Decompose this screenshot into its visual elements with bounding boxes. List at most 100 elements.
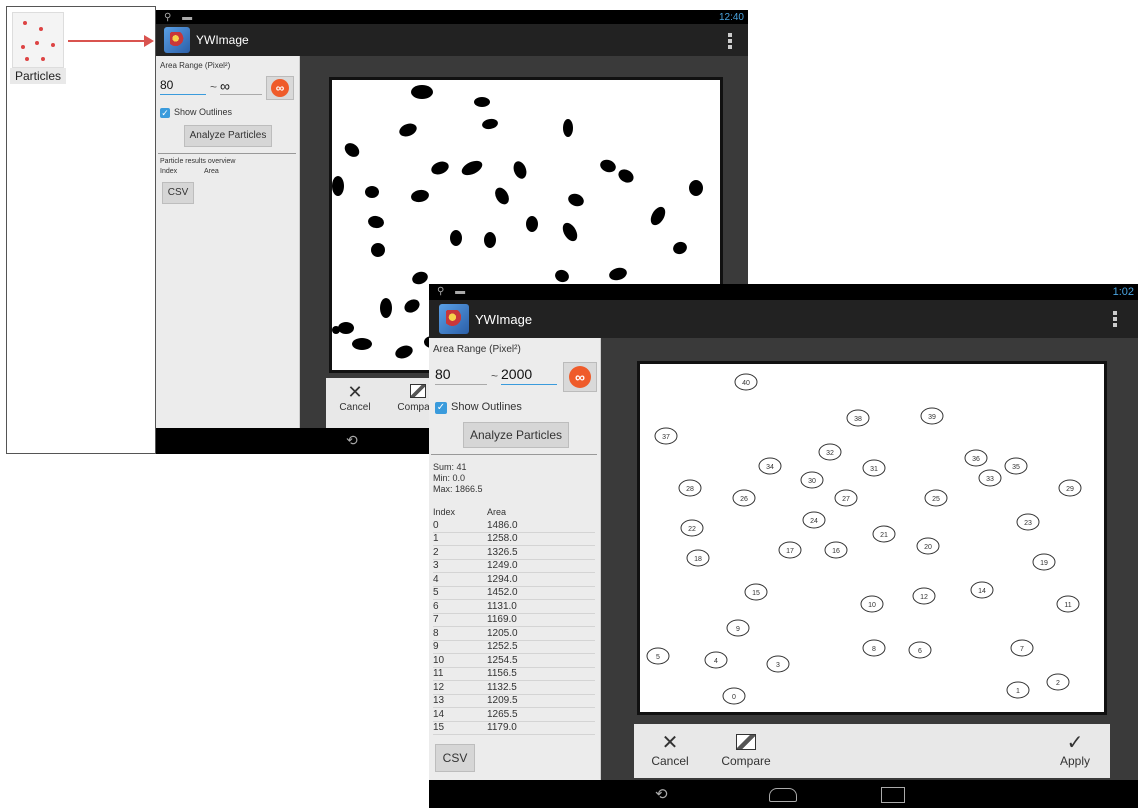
status-bar: ⚲ ▬ 12:40 (156, 10, 748, 24)
table-row: 7 1169.0 (433, 613, 595, 627)
apply-button[interactable]: ✓ Apply (1050, 732, 1100, 768)
max-area-input[interactable]: ∞ (220, 78, 262, 95)
index-cell: 14 (433, 707, 487, 722)
show-outlines-checkbox[interactable]: ✓ (160, 108, 170, 118)
outline-image-canvas[interactable]: 0 1 2 3 4 5 6 7 8 9 10 11 12 14 15 16 17 18 19 20 21 22 23 24 25… (640, 364, 1104, 712)
range-separator: ~ (491, 369, 499, 383)
table-row: 2 1326.5 (433, 545, 595, 560)
area-cell: 1132.5 (487, 680, 595, 695)
min-area-input[interactable]: 80 (435, 366, 487, 385)
particle-outline: 20 (916, 537, 940, 555)
particle-outline: 40 (734, 373, 758, 391)
recents-nav-icon[interactable] (881, 787, 905, 803)
particle-outline: 21 (872, 525, 896, 543)
arrow-right-icon (68, 35, 154, 47)
usb-icon: ⚲ ▬ (164, 12, 197, 23)
particles-app-icon[interactable] (12, 12, 64, 68)
table-row: 6 1131.0 (433, 599, 595, 614)
index-cell: 8 (433, 626, 487, 641)
index-cell: 10 (433, 653, 487, 668)
infinity-button[interactable]: ∞ (266, 76, 294, 100)
particle-outline: 39 (920, 407, 944, 425)
range-separator: ~ (210, 80, 218, 94)
particle-blob (344, 143, 360, 157)
index-cell: 1 (433, 532, 487, 546)
area-cell: 1205.0 (487, 626, 595, 641)
particle-label: 23 (1024, 520, 1032, 527)
compare-button[interactable]: Compare (714, 732, 778, 768)
index-cell: 2 (433, 545, 487, 560)
particle-outline: 18 (686, 549, 710, 567)
area-cell: 1156.5 (487, 667, 595, 681)
particle-label: 14 (978, 588, 986, 595)
particle-label: 31 (870, 466, 878, 473)
particle-blob (332, 176, 344, 196)
particle-blob (395, 345, 413, 359)
divider (158, 153, 296, 154)
check-icon: ✓ (1066, 732, 1084, 754)
particle-label: 4 (714, 658, 718, 665)
particle-label: 30 (808, 478, 816, 485)
particle-outline: 3 (766, 655, 790, 673)
particle-outline: 29 (1058, 479, 1082, 497)
area-cell: 1326.5 (487, 545, 595, 560)
results-table: 0 1486.0 1 1258.0 2 1326.5 3 1249.0 4 1294.0 5 1452… (433, 519, 595, 735)
particles-app-label[interactable]: Particles (10, 68, 66, 84)
particle-blob (484, 232, 496, 248)
particle-label: 36 (972, 456, 980, 463)
back-nav-icon[interactable]: ⟲ (346, 432, 358, 449)
min-area-input[interactable]: 80 (160, 78, 206, 95)
index-cell: 3 (433, 559, 487, 573)
area-range-label: Area Range (Pixel²) (160, 61, 231, 70)
show-outlines-label: Show Outlines (451, 401, 522, 413)
nav-bar: ⟲ (429, 780, 1138, 808)
area-cell: 1265.5 (487, 707, 595, 722)
particle-outline: 12 (912, 587, 936, 605)
show-outlines-checkbox[interactable]: ✓ (435, 402, 447, 414)
table-row: 8 1205.0 (433, 626, 595, 641)
app-title: YWImage (196, 33, 249, 47)
infinity-button[interactable]: ∞ (563, 362, 597, 392)
settings-panel: Area Range (Pixel²) 80 ~ 2000 ∞ ✓ Show O… (429, 338, 601, 780)
status-time: 1:02 (1112, 286, 1134, 298)
particle-label: 16 (832, 548, 840, 555)
overflow-menu-icon[interactable] (728, 33, 732, 51)
particle-label: 8 (872, 646, 876, 653)
csv-button[interactable]: CSV (162, 182, 194, 204)
index-cell: 15 (433, 721, 487, 735)
csv-button[interactable]: CSV (435, 744, 475, 772)
particle-outline: 32 (818, 443, 842, 461)
particle-outline: 19 (1032, 553, 1056, 571)
particle-blob (411, 189, 429, 203)
particle-blob (368, 215, 384, 229)
home-nav-icon[interactable] (769, 788, 797, 802)
analyze-particles-button[interactable]: Analyze Particles (463, 422, 569, 448)
index-cell: 13 (433, 694, 487, 708)
analyze-particles-button[interactable]: Analyze Particles (184, 125, 272, 147)
max-area-input[interactable]: 2000 (501, 366, 557, 385)
index-cell: 5 (433, 586, 487, 600)
particle-label: 34 (766, 464, 774, 471)
settings-panel: Area Range (Pixel²) 80 ~ ∞ ∞ ✓ Show Outl… (156, 56, 300, 428)
particle-blob (404, 299, 420, 313)
particle-label: 20 (924, 544, 932, 551)
particle-blob (526, 216, 538, 232)
index-cell: 11 (433, 667, 487, 681)
table-row: 13 1209.5 (433, 694, 595, 708)
status-bar: ⚲ ▬ 1:02 (429, 284, 1138, 300)
overflow-menu-icon[interactable] (1113, 311, 1117, 329)
back-nav-icon[interactable]: ⟲ (655, 785, 668, 803)
particle-blob (650, 206, 666, 226)
status-time: 12:40 (718, 12, 744, 23)
area-cell: 1252.5 (487, 640, 595, 654)
particle-blob (568, 193, 584, 207)
particle-label: 1 (1016, 688, 1020, 695)
cancel-button[interactable]: ✕ Cancel (644, 732, 696, 768)
particle-blob (563, 119, 573, 137)
particle-outline: 0 (722, 687, 746, 705)
particle-blob (495, 187, 509, 205)
cancel-button[interactable]: ✕ Cancel (332, 382, 378, 413)
table-row: 10 1254.5 (433, 653, 595, 668)
divider (431, 454, 597, 455)
infinity-icon: ∞ (271, 79, 289, 97)
